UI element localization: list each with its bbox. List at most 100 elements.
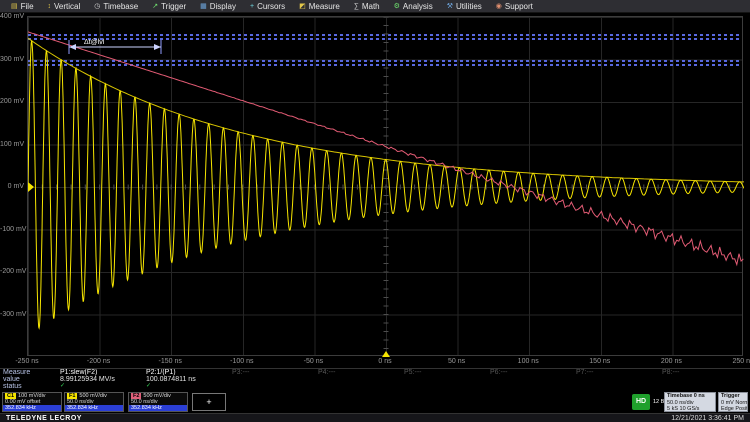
trace-plot: Δt@lvl — [28, 17, 744, 357]
measure-value-P2: 100.0874811 ns — [146, 376, 232, 383]
utilities-icon: ⚒ — [447, 3, 453, 10]
x-axis-label: 50 ns — [448, 358, 465, 365]
y-axis-label: -300 mV — [0, 311, 24, 318]
x-axis-label: 200 ns — [661, 358, 682, 365]
measure-row-label: value — [0, 376, 60, 383]
f1-cursor-readout: 352.834 kHz — [65, 405, 123, 411]
menu-item-label: Utilities — [456, 2, 482, 11]
x-axis-label: -100 ns — [230, 358, 253, 365]
measure-status-P2: ✓ — [146, 383, 232, 390]
x-axis-label: 150 ns — [589, 358, 610, 365]
measure-value-P5 — [404, 376, 490, 383]
measure-status-P5 — [404, 383, 490, 390]
x-axis-label: -50 ns — [304, 358, 323, 365]
measure-value-P4 — [318, 376, 404, 383]
f2-cursor-readout: 352.834 kHz — [129, 405, 187, 411]
menu-item-display[interactable]: ▦Display — [193, 0, 243, 13]
menu-item-support[interactable]: ◉Support — [489, 0, 540, 13]
vertical-icon: ↕ — [48, 3, 52, 10]
waveform-grid[interactable]: Δt@lvl — [27, 16, 743, 356]
x-axis-label: -150 ns — [159, 358, 182, 365]
measure-row-label: status — [0, 383, 60, 390]
y-axis-label: -200 mV — [0, 268, 24, 275]
oscilloscope-screen: ▤File↕Vertical◷Timebase↗Trigger▦Display+… — [0, 0, 750, 422]
menu-item-label: Cursors — [257, 2, 285, 11]
measure-name-P5[interactable]: P5:--- — [404, 369, 490, 376]
menu-bar: ▤File↕Vertical◷Timebase↗Trigger▦Display+… — [0, 0, 750, 13]
measure-value-P3 — [232, 376, 318, 383]
measure-name-P6[interactable]: P6:--- — [490, 369, 576, 376]
measure-name-P2[interactable]: P2:1/(P1) — [146, 369, 232, 376]
datetime-display: 12/21/2021 3:36:41 PM — [671, 415, 744, 422]
center-axis-ticks — [28, 17, 730, 357]
status-bar: TELEDYNE LECROY 12/21/2021 3:36:41 PM — [0, 413, 750, 422]
brand-logo: TELEDYNE LECROY — [6, 415, 82, 422]
menu-item-label: Analysis — [403, 2, 433, 11]
measure-name-P7[interactable]: P7:--- — [576, 369, 662, 376]
measure-status-P6 — [490, 383, 576, 390]
delta-t-annotation: Δt@lvl — [69, 39, 161, 54]
menu-item-vertical[interactable]: ↕Vertical — [41, 0, 88, 13]
menu-item-label: Timebase — [103, 2, 138, 11]
measure-status-P3 — [232, 383, 318, 390]
menu-item-utilities[interactable]: ⚒Utilities — [440, 0, 489, 13]
measure-icon: ◩ — [299, 3, 306, 10]
trigger-icon: ↗ — [152, 3, 158, 10]
timebase-title: Timebase 0 ns — [665, 393, 715, 400]
display-icon: ▦ — [200, 3, 207, 10]
hd-badge: HD — [632, 394, 650, 410]
menu-item-analysis[interactable]: ⚙Analysis — [387, 0, 440, 13]
measure-table: MeasureP1:slew(F2)P2:1/(P1)P3:---P4:---P… — [0, 369, 750, 390]
c1-zero-level-marker[interactable] — [28, 182, 34, 192]
y-axis-label: 100 mV — [0, 141, 24, 148]
y-axis-label: 200 mV — [0, 98, 24, 105]
x-axis-label: -200 ns — [87, 358, 110, 365]
menu-item-trigger[interactable]: ↗Trigger — [145, 0, 193, 13]
measure-name-P4[interactable]: P4:--- — [318, 369, 404, 376]
measure-status-P7 — [576, 383, 662, 390]
trigger-type-slope: Edge Positive — [719, 406, 747, 412]
measure-value-P7 — [576, 376, 662, 383]
c1-cursor-readout: 352.834 kHz — [3, 405, 61, 411]
measure-status-P1: ✓ — [60, 383, 146, 390]
y-axis-label: 0 mV — [0, 183, 24, 190]
x-axis-label: 250 ns — [732, 358, 750, 365]
menu-item-label: Display — [210, 2, 236, 11]
menu-item-cursors[interactable]: +Cursors — [243, 0, 292, 13]
menu-item-timebase[interactable]: ◷Timebase — [87, 0, 145, 13]
f1-descriptor-box[interactable]: F1500 mV/div 50.0 ns/div 352.834 kHz — [64, 392, 124, 412]
menu-item-math[interactable]: ∑Math — [347, 0, 387, 13]
timebase-descriptor-box[interactable]: Timebase 0 ns 50.0 ns/div 5 kS 10 GS/s — [664, 392, 716, 412]
menu-item-label: Trigger — [161, 2, 186, 11]
y-axis-label: 300 mV — [0, 56, 24, 63]
math-icon: ∑ — [354, 3, 359, 10]
f2-descriptor-box[interactable]: F2500 mV/div 50.0 ns/div 352.834 kHz — [128, 392, 188, 412]
y-axis-labels: 400 mV 300 mV 200 mV 100 mV 0 mV -100 mV -200 … — [0, 0, 26, 360]
x-axis-label: -250 ns — [15, 358, 38, 365]
support-icon: ◉ — [496, 3, 502, 10]
timebase-sampling: 5 kS 10 GS/s — [665, 406, 715, 412]
menu-item-label: Measure — [309, 2, 340, 11]
x-axis-label: 100 ns — [518, 358, 539, 365]
measure-status-P4 — [318, 383, 404, 390]
x-axis-label: 0 ns — [378, 358, 391, 365]
trigger-descriptor-box[interactable]: Trigger 0 mV Normal Edge Positive — [718, 392, 748, 412]
measure-row-label: Measure — [0, 369, 60, 376]
measure-value-P1: 8.99125934 MV/s — [60, 376, 146, 383]
y-axis-label: 400 mV — [0, 13, 24, 20]
menu-item-measure[interactable]: ◩Measure — [292, 0, 347, 13]
measure-name-P3[interactable]: P3:--- — [232, 369, 318, 376]
measure-value-P6 — [490, 376, 576, 383]
measure-name-P1[interactable]: P1:slew(F2) — [60, 369, 146, 376]
measure-value-P8 — [662, 376, 748, 383]
menu-item-label: Vertical — [54, 2, 80, 11]
trigger-time-marker[interactable] — [382, 351, 390, 357]
measure-name-P8[interactable]: P8:--- — [662, 369, 748, 376]
y-axis-label: -100 mV — [0, 226, 24, 233]
measure-status-P8 — [662, 383, 748, 390]
timebase-icon: ◷ — [94, 3, 100, 10]
annotation-label: Δt@lvl — [84, 39, 105, 46]
c1-descriptor-box[interactable]: C1100 mV/div 0.00 mV offset 352.834 kHz — [2, 392, 62, 412]
trace-preview-box[interactable]: + — [192, 393, 226, 411]
cursors-icon: + — [250, 3, 254, 10]
